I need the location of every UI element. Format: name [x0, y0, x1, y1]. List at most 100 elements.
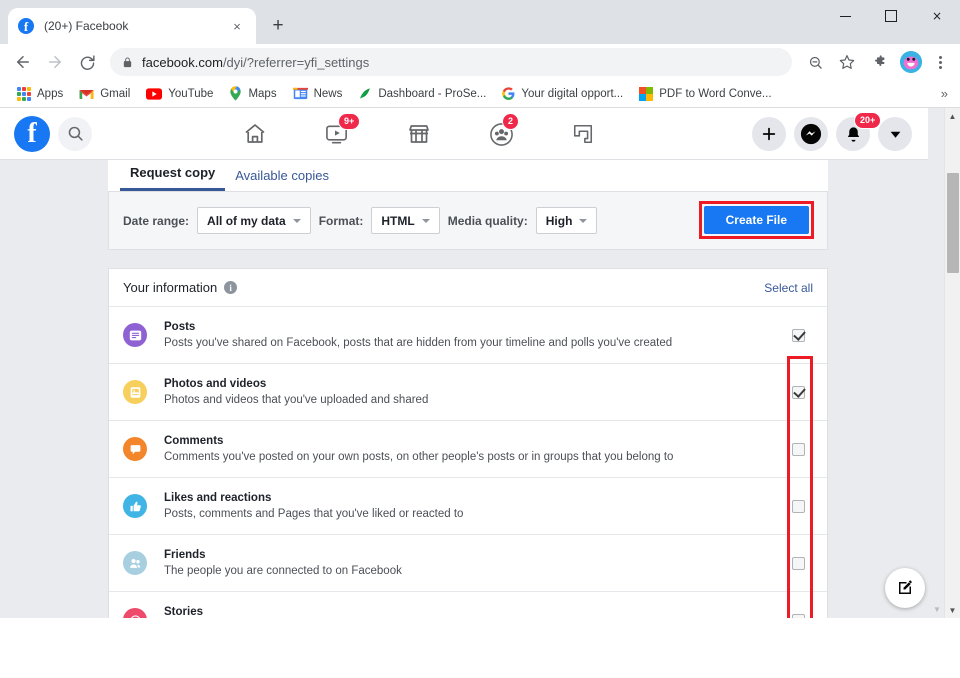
- zoom-out-icon[interactable]: [800, 47, 830, 77]
- bookmark-label: YouTube: [168, 87, 214, 100]
- date-range-select[interactable]: All of my data: [197, 207, 311, 234]
- youtube-icon: [146, 87, 163, 100]
- notifications-bell-icon[interactable]: 20+: [836, 112, 882, 151]
- list-item-description: Comments you've posted on your own posts…: [164, 450, 674, 463]
- bookmark-dashboard-prose[interactable]: Dashboard - ProSe...: [351, 84, 493, 104]
- account-chevron-icon[interactable]: [878, 117, 912, 151]
- new-tab-button[interactable]: +: [264, 12, 292, 40]
- scroll-up-icon[interactable]: ▲: [945, 108, 960, 124]
- list-item-text: Posts Posts you've shared on Facebook, p…: [164, 320, 783, 351]
- list-item-checkbox-cell: [783, 499, 813, 513]
- list-item-checkbox-cell: [783, 613, 813, 618]
- minimize-icon[interactable]: [822, 0, 868, 32]
- list-item-checkbox-cell: [783, 556, 813, 570]
- bookmark-label: Maps: [248, 87, 277, 100]
- bookmark-maps[interactable]: Maps: [222, 83, 283, 104]
- create-file-button[interactable]: Create File: [703, 206, 809, 234]
- kebab-menu-icon[interactable]: [928, 55, 952, 69]
- close-icon[interactable]: ×: [228, 17, 246, 35]
- page-scrollbar[interactable]: ▲ ▼: [944, 108, 960, 618]
- bookmark-youtube[interactable]: YouTube: [139, 85, 220, 103]
- list-item[interactable]: Likes and reactions Posts, comments and …: [109, 478, 827, 535]
- navbar-right: 20+: [752, 108, 912, 160]
- media-quality-select[interactable]: High: [535, 207, 598, 234]
- list-item-checkbox-cell: [783, 385, 813, 399]
- badge-count: 20+: [854, 112, 882, 129]
- annotation-box-create-file: Create File: [698, 201, 814, 239]
- format-select[interactable]: HTML: [371, 207, 440, 234]
- pdf-converter-icon: [639, 86, 654, 101]
- list-item[interactable]: Comments Comments you've posted on your …: [109, 421, 827, 478]
- maximize-icon[interactable]: [868, 0, 914, 32]
- stories-icon: [123, 608, 147, 618]
- date-range-value: All of my data: [207, 213, 286, 228]
- compose-icon[interactable]: [885, 568, 925, 608]
- checkbox-friends[interactable]: [791, 556, 805, 570]
- bookmark-label: Dashboard - ProSe...: [378, 87, 487, 100]
- checkbox-comments[interactable]: [791, 442, 805, 456]
- avatar[interactable]: [900, 51, 922, 73]
- list-item[interactable]: Stories Photos and videos you've shared …: [109, 592, 827, 618]
- address-bar[interactable]: facebook.com/dyi/?referrer=yfi_settings: [110, 48, 792, 76]
- bookmark-gmail[interactable]: Gmail: [72, 85, 137, 103]
- bookmark-your-digital-opportunity[interactable]: Your digital opport...: [495, 84, 630, 103]
- url-domain: facebook.com: [142, 54, 223, 70]
- watch-icon[interactable]: 9+: [322, 113, 361, 149]
- bookmark-pdf-to-word[interactable]: PDF to Word Conve...: [632, 84, 778, 104]
- checkbox-likes-and-reactions[interactable]: [791, 499, 805, 513]
- bookmarks-overflow-icon[interactable]: »: [935, 84, 954, 103]
- inner-scroll-indicator: ▼: [930, 108, 944, 618]
- list-item[interactable]: Photos and videos Photos and videos that…: [109, 364, 827, 421]
- chevron-down-icon: [292, 218, 301, 223]
- puzzle-icon[interactable]: [864, 47, 894, 77]
- bookmark-news[interactable]: News: [286, 84, 350, 103]
- page-content: Request copy Available copies Date range…: [0, 160, 960, 618]
- tab-request-copy[interactable]: Request copy: [120, 165, 226, 191]
- photos-videos-icon: [123, 380, 147, 404]
- list-item[interactable]: Friends The people you are connected to …: [109, 535, 827, 592]
- facebook-icon: f: [18, 18, 34, 34]
- list-item[interactable]: Posts Posts you've shared on Facebook, p…: [109, 307, 827, 364]
- bookmark-apps[interactable]: Apps: [10, 84, 70, 104]
- facebook-logo[interactable]: f: [14, 115, 50, 152]
- checkbox-stories[interactable]: [791, 613, 805, 618]
- facebook-navbar: f 9+ 2 20+: [0, 108, 928, 160]
- select-all-link[interactable]: Select all: [764, 281, 813, 295]
- info-icon[interactable]: i: [224, 281, 238, 294]
- likes-reactions-icon: [123, 494, 147, 518]
- create-plus-icon[interactable]: [752, 117, 786, 151]
- list-item-description: Photos and videos that you've uploaded a…: [164, 393, 429, 406]
- home-icon[interactable]: [240, 119, 270, 149]
- list-item-title: Photos and videos: [164, 377, 267, 390]
- prose-icon: [358, 87, 372, 101]
- list-item-text: Friends The people you are connected to …: [164, 548, 783, 579]
- search-icon[interactable]: [58, 116, 92, 151]
- posts-icon: [123, 323, 147, 347]
- checkbox-posts[interactable]: [791, 328, 805, 342]
- star-icon[interactable]: [832, 47, 862, 77]
- list-item-text: Photos and videos Photos and videos that…: [164, 377, 783, 408]
- marketplace-icon[interactable]: [404, 119, 434, 149]
- facebook-page: f 9+ 2 20+ Request copy Available copies…: [0, 108, 960, 618]
- browser-toolbar: facebook.com/dyi/?referrer=yfi_settings: [0, 44, 960, 80]
- create-file-highlight: Create File: [698, 201, 814, 239]
- scroll-down-icon[interactable]: ▼: [945, 602, 960, 618]
- groups-icon[interactable]: 2: [486, 113, 520, 149]
- scrollbar-thumb[interactable]: [947, 173, 959, 273]
- forward-icon[interactable]: [40, 47, 70, 77]
- list-item-title: Posts: [164, 320, 196, 333]
- list-item-title: Friends: [164, 548, 206, 561]
- back-icon[interactable]: [8, 47, 38, 77]
- list-item-description: Posts, comments and Pages that you've li…: [164, 507, 464, 520]
- badge-count: 2: [502, 113, 520, 130]
- messenger-icon[interactable]: [794, 117, 828, 151]
- window-controls: ×: [822, 0, 960, 32]
- reload-icon[interactable]: [72, 47, 102, 77]
- tab-available-copies[interactable]: Available copies: [225, 168, 339, 191]
- browser-tab[interactable]: f (20+) Facebook ×: [8, 8, 256, 44]
- gaming-icon[interactable]: [568, 119, 598, 149]
- list-item-text: Comments Comments you've posted on your …: [164, 434, 783, 465]
- friends-icon: [123, 551, 147, 575]
- window-close-icon[interactable]: ×: [914, 0, 960, 32]
- checkbox-photos-and-videos[interactable]: [791, 385, 805, 399]
